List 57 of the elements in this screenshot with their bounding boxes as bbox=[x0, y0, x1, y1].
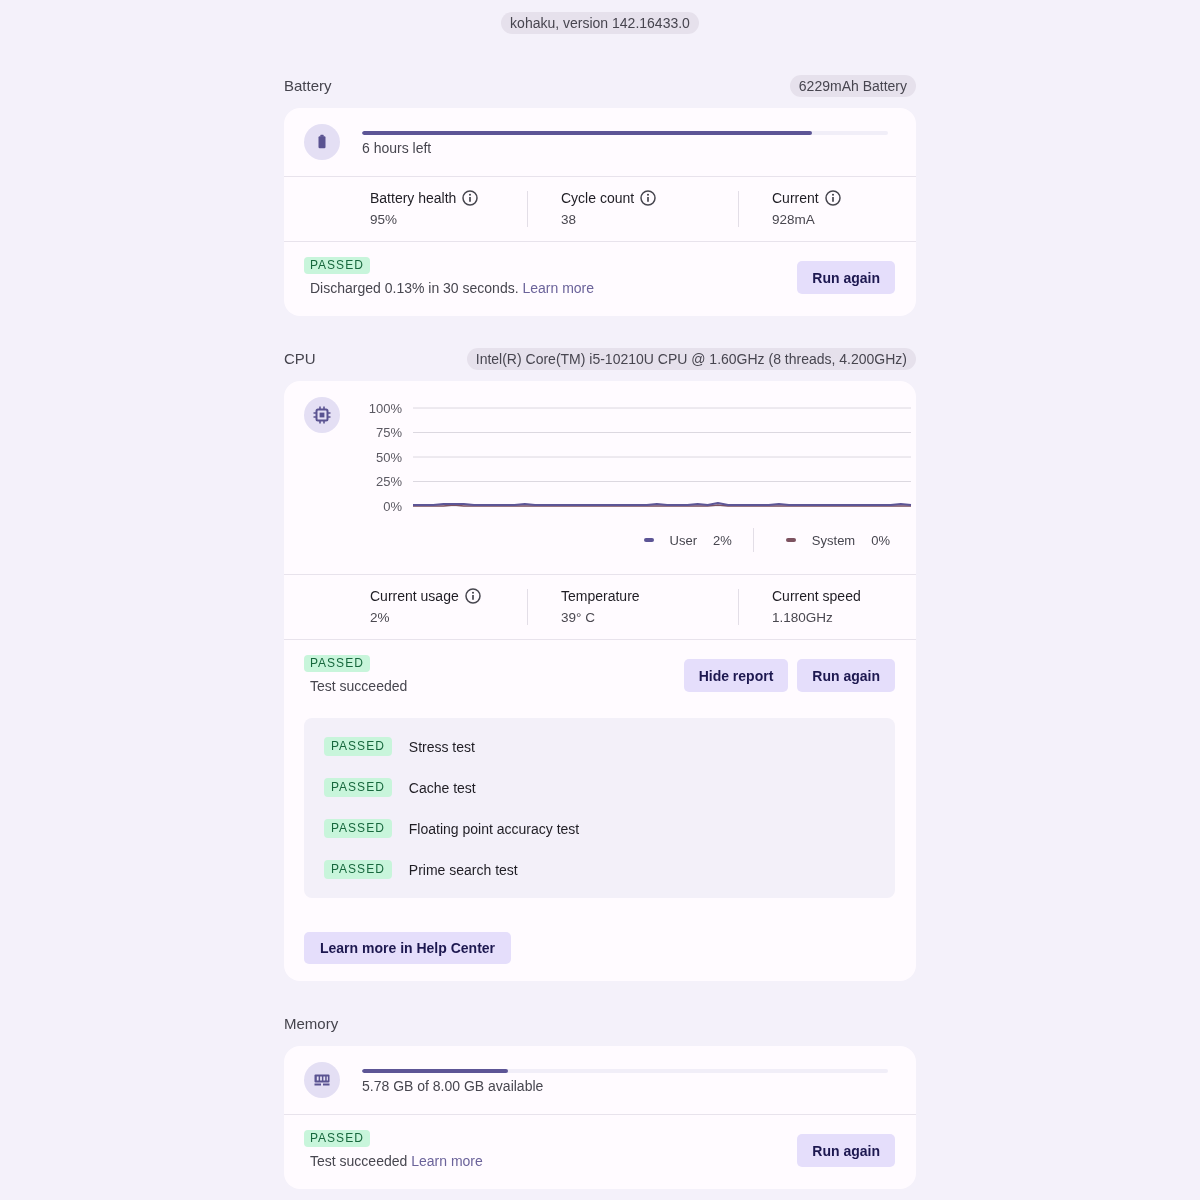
battery-icon bbox=[304, 124, 340, 160]
test-name: Floating point accuracy test bbox=[408, 820, 580, 837]
section-title: Battery bbox=[284, 77, 332, 95]
legend-label: User bbox=[669, 532, 698, 548]
info-icon[interactable] bbox=[640, 190, 657, 206]
metric-label: Battery health bbox=[370, 190, 457, 206]
status-badge: PASSED bbox=[304, 1130, 370, 1147]
metric-value: 928mA bbox=[772, 211, 816, 229]
learn-more-link[interactable]: Learn more bbox=[522, 280, 595, 296]
section-title: CPU bbox=[284, 350, 316, 368]
info-icon[interactable] bbox=[462, 190, 479, 206]
metric-label: Current usage bbox=[370, 588, 459, 604]
metric-value: 2% bbox=[370, 609, 391, 627]
version-label: kohaku, version 142.16433.0 bbox=[501, 12, 699, 34]
axis-tick-label: 0% bbox=[383, 498, 402, 514]
action-button[interactable]: Hide report bbox=[683, 659, 789, 692]
legend-label: System bbox=[811, 532, 856, 548]
status-badge: PASSED bbox=[324, 819, 392, 838]
test-name: Cache test bbox=[408, 779, 476, 796]
info-icon[interactable] bbox=[464, 588, 481, 604]
info-icon[interactable] bbox=[824, 190, 841, 206]
help-center-button[interactable]: Learn more in Help Center bbox=[304, 932, 512, 964]
learn-more-link[interactable]: Learn more bbox=[411, 1153, 483, 1169]
spec-label: Intel(R) Core(TM) i5-10210U CPU @ 1.60GHz (8 threads, 4.200GHz) bbox=[466, 348, 916, 370]
status-badge: PASSED bbox=[324, 737, 392, 756]
axis-tick-label: 50% bbox=[375, 449, 402, 465]
action-button[interactable]: Run again bbox=[797, 261, 895, 294]
section-title: Memory bbox=[284, 1015, 339, 1033]
metric-value: 38 bbox=[561, 211, 578, 229]
axis-tick-label: 100% bbox=[368, 400, 402, 416]
result-message: Discharged 0.13% in 30 seconds. Learn more bbox=[310, 279, 595, 298]
cpu-chip-icon bbox=[304, 397, 340, 433]
result-message: Test succeeded Learn more bbox=[310, 1152, 483, 1171]
result-message: Test succeeded bbox=[310, 677, 408, 696]
test-name: Prime search test bbox=[408, 861, 518, 878]
action-button[interactable]: Run again bbox=[797, 659, 895, 692]
test-name: Stress test bbox=[408, 738, 475, 755]
action-button[interactable]: Run again bbox=[797, 1134, 895, 1167]
axis-tick-label: 75% bbox=[375, 425, 402, 440]
metric-value: 1.180GHz bbox=[772, 609, 834, 627]
metric-label: Cycle count bbox=[561, 190, 635, 206]
legend-value: 0% bbox=[871, 532, 890, 548]
meter-caption: 6 hours left bbox=[362, 140, 433, 156]
legend-value: 2% bbox=[713, 532, 732, 548]
memory-chip-icon bbox=[304, 1062, 340, 1098]
spec-label: 6229mAh Battery bbox=[789, 75, 916, 97]
axis-tick-label: 25% bbox=[375, 474, 402, 489]
metric-label: Current bbox=[772, 190, 819, 206]
metric-value: 95% bbox=[370, 211, 399, 229]
metric-label: Temperature bbox=[561, 588, 640, 604]
status-badge: PASSED bbox=[324, 778, 392, 797]
metric-label: Current speed bbox=[772, 588, 861, 604]
status-badge: PASSED bbox=[324, 860, 392, 879]
metric-value: 39° C bbox=[561, 609, 596, 627]
meter-caption: 5.78 GB of 8.00 GB available bbox=[362, 1078, 545, 1094]
status-badge: PASSED bbox=[304, 257, 370, 274]
status-badge: PASSED bbox=[304, 655, 370, 672]
